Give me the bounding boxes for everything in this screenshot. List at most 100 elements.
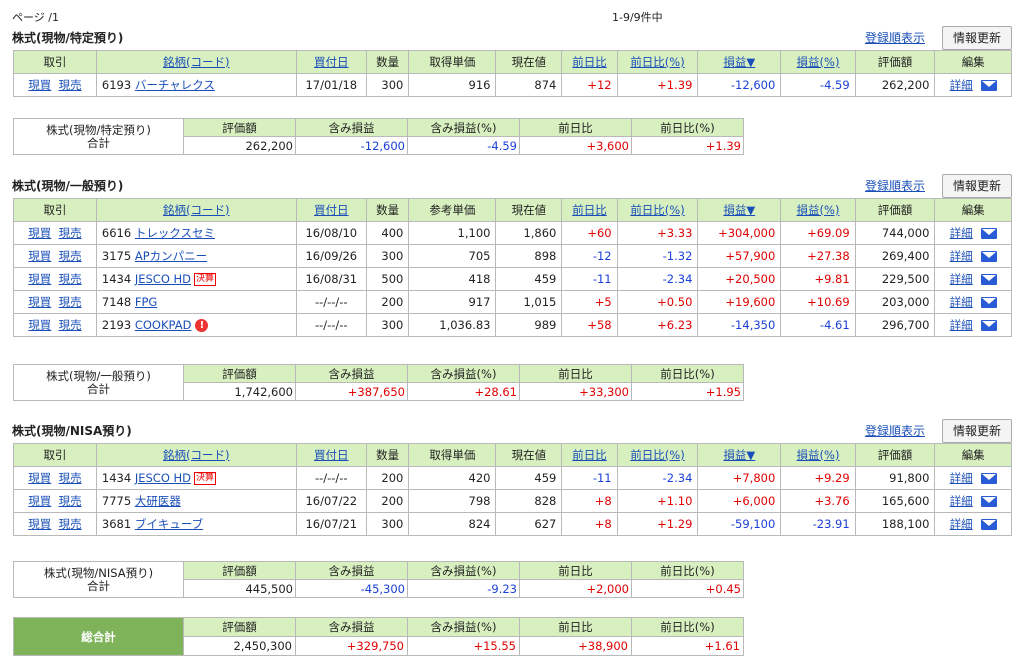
sort-header-link[interactable]: 買付日: [314, 55, 349, 69]
mail-icon[interactable]: [980, 274, 997, 285]
buy-link[interactable]: 現買: [28, 517, 51, 531]
sort-header-link[interactable]: 損益▼: [723, 448, 755, 462]
sell-link[interactable]: 現売: [59, 295, 82, 309]
column-header: 編集: [934, 443, 1012, 467]
detail-link[interactable]: 詳細: [950, 295, 973, 309]
stock-cell: 7148 FPG: [95, 290, 297, 314]
detail-link[interactable]: 詳細: [950, 226, 973, 240]
sell-link[interactable]: 現売: [59, 249, 82, 263]
sort-header-link[interactable]: 損益(%): [797, 55, 840, 69]
sell-link[interactable]: 現売: [59, 226, 82, 240]
sort-order-link[interactable]: 登録順表示: [865, 177, 925, 194]
sort-header-link[interactable]: 前日比(%): [630, 203, 684, 217]
detail-link[interactable]: 詳細: [950, 517, 973, 531]
summary-label-line1: 株式(現物/特定預り): [46, 122, 151, 137]
column-header[interactable]: 損益▼: [697, 443, 782, 467]
mail-icon[interactable]: [980, 251, 997, 262]
stock-name-link[interactable]: COOKPAD: [135, 318, 192, 332]
stock-name-link[interactable]: 大研医器: [135, 494, 181, 508]
detail-link[interactable]: 詳細: [950, 249, 973, 263]
sell-link[interactable]: 現売: [59, 494, 82, 508]
column-header[interactable]: 損益▼: [697, 50, 782, 74]
column-header[interactable]: 損益(%): [780, 50, 856, 74]
section-title: 株式(現物/一般預り): [12, 179, 124, 193]
sell-link[interactable]: 現売: [59, 517, 82, 531]
sell-link[interactable]: 現売: [59, 272, 82, 286]
sort-header-link[interactable]: 買付日: [314, 203, 349, 217]
detail-link[interactable]: 詳細: [950, 318, 973, 332]
stock-name-link[interactable]: ブイキューブ: [135, 517, 203, 531]
sort-header-link[interactable]: 損益(%): [797, 448, 840, 462]
mail-icon[interactable]: [980, 496, 997, 507]
column-header[interactable]: 買付日: [295, 50, 367, 74]
sort-header-link[interactable]: 前日比: [572, 203, 607, 217]
stock-name-link[interactable]: JESCO HD: [135, 272, 191, 286]
stock-name-link[interactable]: JESCO HD: [135, 471, 191, 485]
mail-icon[interactable]: [980, 228, 997, 239]
sort-header-link[interactable]: 銘柄(コード): [163, 203, 229, 217]
mail-icon[interactable]: [980, 519, 997, 530]
purchase-date: 16/08/31: [295, 267, 367, 291]
column-header[interactable]: 損益(%): [780, 443, 856, 467]
sort-header-link[interactable]: 前日比(%): [630, 448, 684, 462]
column-header[interactable]: 買付日: [295, 443, 367, 467]
sort-header-link[interactable]: 損益▼: [723, 203, 755, 217]
profit-loss-pct: -4.59: [780, 73, 856, 97]
purchase-date: 16/07/22: [295, 489, 367, 513]
sell-link[interactable]: 現売: [59, 318, 82, 332]
stock-name-link[interactable]: トレックスセミ: [135, 226, 215, 240]
buy-link[interactable]: 現買: [28, 494, 51, 508]
column-header[interactable]: 銘柄(コード): [95, 198, 297, 222]
summary-value: +0.45: [631, 579, 744, 598]
profit-loss-pct: +27.38: [780, 244, 856, 268]
column-header[interactable]: 買付日: [295, 198, 367, 222]
column-header[interactable]: 銘柄(コード): [95, 50, 297, 74]
stock-name-link[interactable]: バーチャレクス: [135, 78, 215, 92]
column-header[interactable]: 前日比: [561, 50, 618, 74]
detail-link[interactable]: 詳細: [950, 494, 973, 508]
sort-header-link[interactable]: 損益▼: [723, 55, 755, 69]
column-header[interactable]: 前日比(%): [616, 443, 699, 467]
detail-link[interactable]: 詳細: [950, 78, 973, 92]
mail-icon[interactable]: [980, 297, 997, 308]
refresh-button[interactable]: 情報更新: [942, 26, 1012, 50]
sort-header-link[interactable]: 銘柄(コード): [163, 55, 229, 69]
buy-link[interactable]: 現買: [28, 471, 51, 485]
detail-link[interactable]: 詳細: [950, 471, 973, 485]
buy-link[interactable]: 現買: [28, 295, 51, 309]
buy-link[interactable]: 現買: [28, 272, 51, 286]
mail-icon[interactable]: [980, 320, 997, 331]
column-header[interactable]: 前日比(%): [616, 198, 699, 222]
detail-link[interactable]: 詳細: [950, 272, 973, 286]
sort-order-link[interactable]: 登録順表示: [865, 29, 925, 46]
column-header[interactable]: 損益▼: [697, 198, 782, 222]
buy-link[interactable]: 現買: [28, 249, 51, 263]
sort-header-link[interactable]: 銘柄(コード): [163, 448, 229, 462]
refresh-button[interactable]: 情報更新: [942, 419, 1012, 443]
sort-header-link[interactable]: 前日比: [572, 448, 607, 462]
buy-link[interactable]: 現買: [28, 226, 51, 240]
stock-name-link[interactable]: APカンパニー: [135, 249, 207, 263]
sort-header-link[interactable]: 損益(%): [797, 203, 840, 217]
mail-icon[interactable]: [980, 80, 997, 91]
column-header[interactable]: 前日比: [561, 443, 618, 467]
column-header[interactable]: 前日比: [561, 198, 618, 222]
quantity: 200: [365, 290, 410, 314]
sort-header-link[interactable]: 前日比: [572, 55, 607, 69]
sell-link[interactable]: 現売: [59, 471, 82, 485]
stock-name-link[interactable]: FPG: [135, 295, 157, 309]
sell-link[interactable]: 現売: [59, 78, 82, 92]
summary-header: 評価額: [183, 364, 296, 383]
buy-link[interactable]: 現買: [28, 318, 51, 332]
column-header[interactable]: 前日比(%): [616, 50, 699, 74]
mail-icon[interactable]: [980, 473, 997, 484]
stock-code: 3681: [101, 517, 135, 531]
refresh-button[interactable]: 情報更新: [942, 174, 1012, 198]
buy-link[interactable]: 現買: [28, 78, 51, 92]
sort-order-link[interactable]: 登録順表示: [865, 422, 925, 439]
column-header[interactable]: 銘柄(コード): [95, 443, 297, 467]
sort-header-link[interactable]: 前日比(%): [630, 55, 684, 69]
column-header[interactable]: 損益(%): [780, 198, 856, 222]
current-price: 1,015: [495, 290, 563, 314]
sort-header-link[interactable]: 買付日: [314, 448, 349, 462]
